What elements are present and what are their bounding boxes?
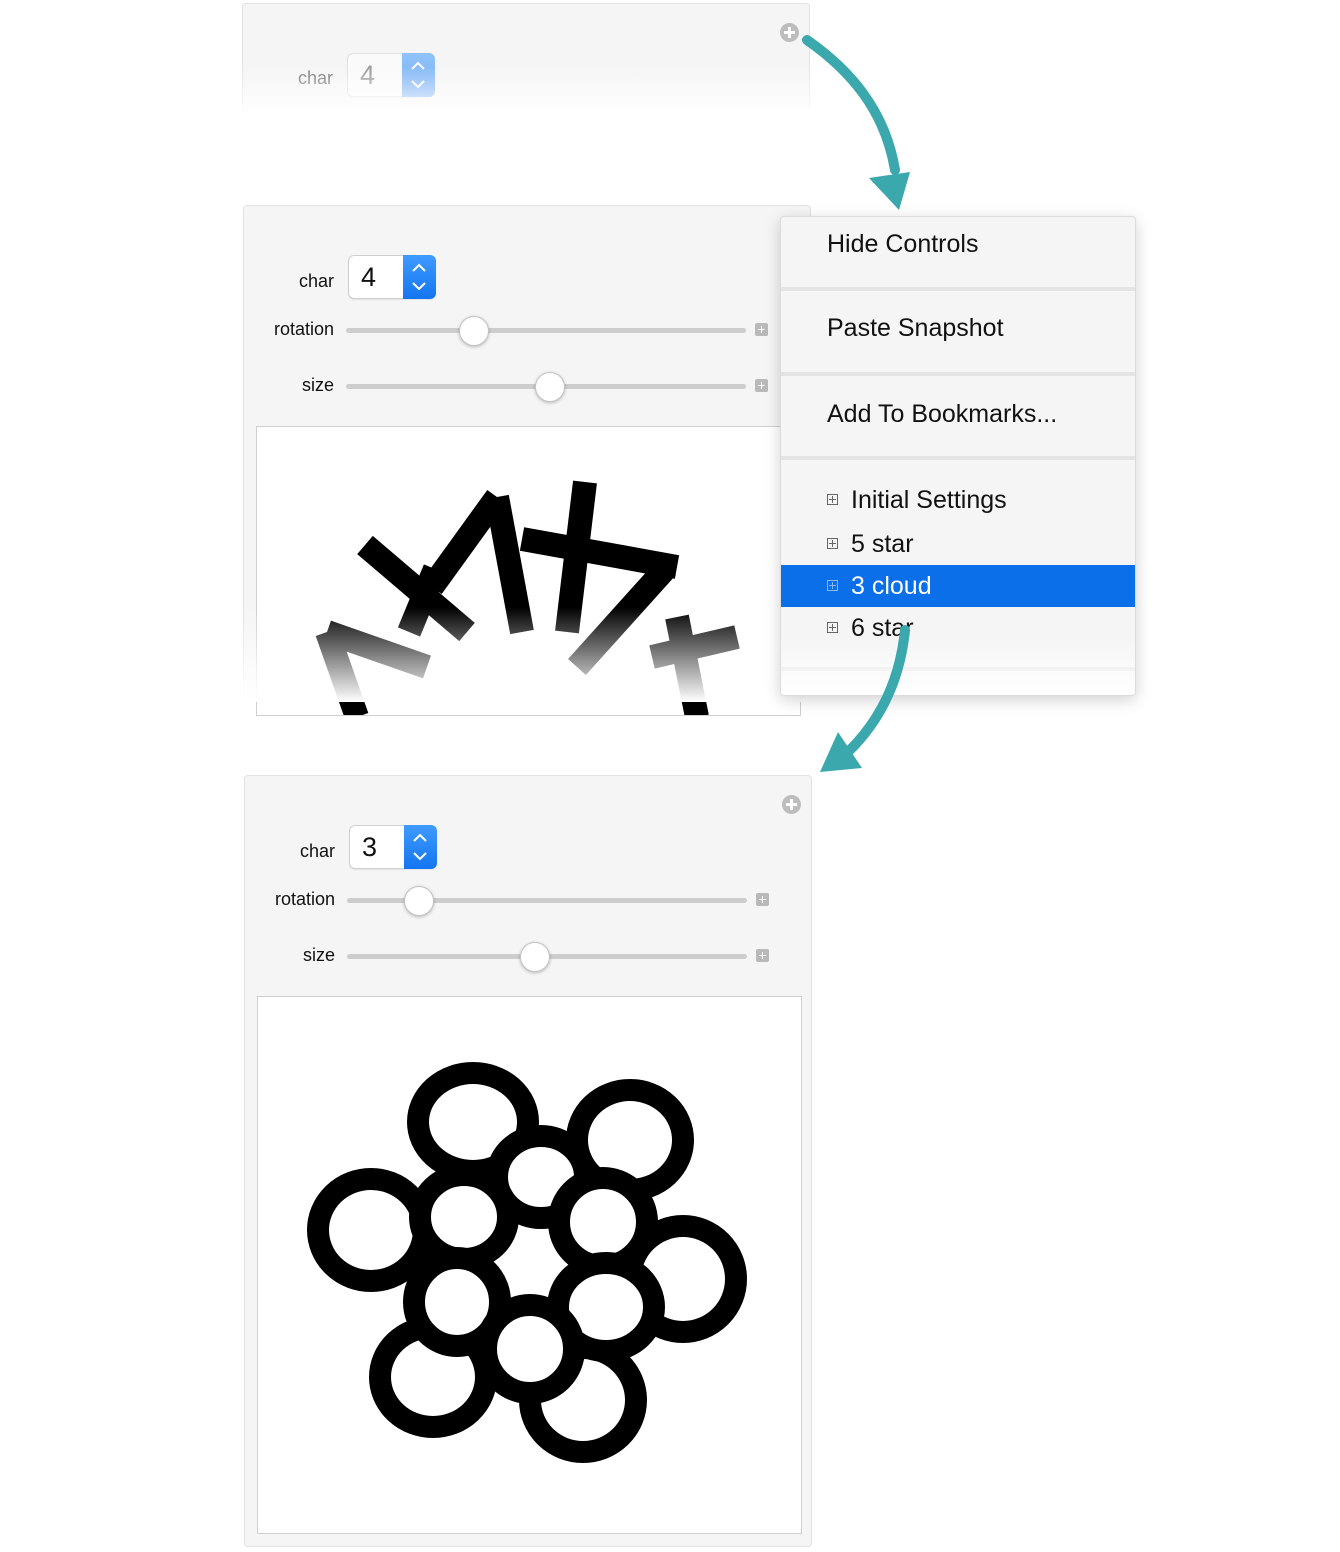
slider-knob[interactable] [459, 316, 489, 346]
star-glyph-graphic [315, 480, 740, 715]
menu-item-hide-controls[interactable]: Hide Controls [781, 230, 1135, 259]
bookmark-3-cloud[interactable]: 3 cloud [781, 565, 1135, 607]
flow-arrow-icon [820, 625, 910, 772]
output-graphic [256, 426, 801, 716]
manipulate-panel-result: char 3 rotation size [244, 775, 812, 1547]
up-down-arrows-icon [412, 263, 426, 291]
bookmark-plus-icon [827, 538, 838, 549]
rotation-slider[interactable] [347, 886, 747, 916]
size-label: size [301, 375, 334, 395]
size-label: size [302, 945, 335, 965]
manipulate-panel-collapsed: char 4 [241, 3, 811, 115]
rotation-expand-icon[interactable] [756, 893, 769, 906]
cloud-glyph-graphic [307, 1062, 747, 1463]
slider-knob[interactable] [520, 942, 550, 972]
manipulate-panel-middle: char 4 rotation size [242, 205, 812, 716]
size-slider[interactable] [347, 942, 747, 972]
spinner-arrows[interactable] [404, 825, 437, 869]
size-slider[interactable] [346, 372, 746, 402]
up-down-arrows-icon [411, 61, 425, 89]
rotation-slider[interactable] [346, 316, 746, 346]
rotation-label: rotation [274, 889, 335, 909]
char-spinner[interactable]: 4 [347, 53, 435, 97]
char-spinner[interactable]: 4 [348, 255, 436, 299]
output-graphic [257, 996, 802, 1534]
char-label: char [298, 271, 334, 291]
spinner-arrows[interactable] [403, 255, 436, 299]
bookmark-label: 5 star [851, 530, 914, 558]
rotation-expand-icon[interactable] [755, 323, 768, 336]
char-value: 3 [362, 832, 378, 862]
char-spinner[interactable]: 3 [349, 825, 437, 869]
slider-knob[interactable] [535, 372, 565, 402]
bookmark-5-star[interactable]: 5 star [781, 523, 1135, 565]
size-expand-icon[interactable] [756, 949, 769, 962]
menu-item-paste-snapshot[interactable]: Paste Snapshot [781, 314, 1135, 343]
char-value: 4 [360, 60, 376, 90]
flow-arrow-icon [802, 35, 910, 210]
menu-separator [781, 372, 1135, 376]
bookmark-plus-icon [827, 580, 838, 591]
options-plus-icon[interactable] [782, 795, 801, 814]
char-value: 4 [361, 262, 377, 292]
spinner-arrows[interactable] [402, 53, 435, 97]
bookmark-plus-icon [827, 494, 838, 505]
menu-separator [781, 456, 1135, 460]
slider-track [346, 328, 746, 333]
slider-knob[interactable] [404, 886, 434, 916]
bookmark-initial-settings[interactable]: Initial Settings [781, 479, 1135, 521]
size-expand-icon[interactable] [755, 379, 768, 392]
char-label: char [299, 841, 335, 861]
bookmark-label: 3 cloud [851, 572, 932, 600]
up-down-arrows-icon [413, 833, 427, 861]
bookmark-label: Initial Settings [851, 486, 1007, 514]
menu-separator [781, 287, 1135, 291]
char-label: char [297, 68, 333, 88]
rotation-label: rotation [273, 319, 334, 339]
menu-item-add-to-bookmarks[interactable]: Add To Bookmarks... [781, 400, 1135, 429]
